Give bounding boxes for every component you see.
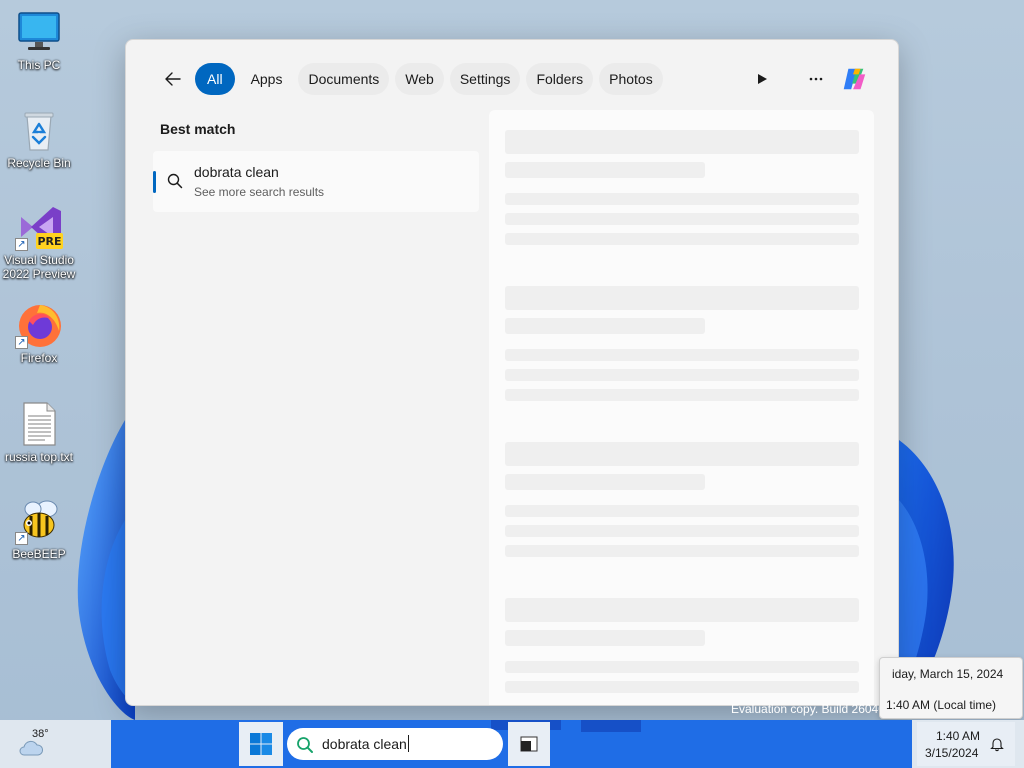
clock-date-tooltip: iday, March 15, 2024 1:40 AM (Local time… xyxy=(879,657,1023,719)
bee-icon: ↗ xyxy=(15,497,63,545)
loading-skeleton-bar xyxy=(505,505,859,517)
clock-time: 1:40 AM xyxy=(936,729,981,743)
text-file-icon xyxy=(15,400,63,448)
shortcut-arrow-icon: ↗ xyxy=(15,532,28,545)
tab-apps[interactable]: Apps xyxy=(241,63,293,95)
loading-skeleton-bar xyxy=(505,318,705,334)
desktop-icon-label: Recycle Bin xyxy=(7,156,71,170)
evaluation-watermark: Evaluation copy. Build 26040 xyxy=(731,702,885,716)
shortcut-arrow-icon: ↗ xyxy=(15,238,28,251)
taskbar-app-button[interactable] xyxy=(508,722,550,766)
loading-skeleton-bar xyxy=(505,545,859,557)
search-input[interactable]: dobrata clean xyxy=(322,735,409,752)
desktop-icon-label: This PC xyxy=(17,58,61,72)
weather-widget[interactable]: 38° xyxy=(18,728,66,760)
loading-skeleton-bar xyxy=(505,442,859,466)
desktop-icon-label: BeeBEEP xyxy=(12,547,66,561)
search-icon xyxy=(296,736,314,759)
desktop-icon-recycle-bin[interactable]: Recycle Bin xyxy=(0,106,78,170)
taskbar-search-box[interactable]: dobrata clean xyxy=(287,728,503,760)
loading-skeleton-bar xyxy=(505,661,859,673)
more-options-button[interactable] xyxy=(802,65,830,93)
best-match-result[interactable]: dobrata clean See more search results xyxy=(153,151,479,212)
desktop-icon-label: Visual Studio 2022 Preview xyxy=(2,253,76,281)
taskbar: 38° dobrata clean 1:40 AM 3/15/2024 xyxy=(0,720,1024,768)
loading-skeleton-bar xyxy=(505,233,859,245)
search-flyout: All Apps Documents Web Settings Folders … xyxy=(125,39,899,706)
loading-skeleton-bar xyxy=(505,681,859,693)
back-button[interactable] xyxy=(160,66,186,92)
shortcut-arrow-icon: ↗ xyxy=(15,336,28,349)
search-filter-tabs: All Apps Documents Web Settings Folders … xyxy=(195,63,663,95)
windows-logo-icon xyxy=(250,733,272,755)
loading-skeleton-bar xyxy=(505,286,859,310)
cloud-icon xyxy=(19,740,44,756)
band-shade xyxy=(581,720,641,732)
copilot-button[interactable] xyxy=(840,65,868,93)
search-icon xyxy=(167,173,183,194)
tab-web[interactable]: Web xyxy=(395,63,444,95)
system-clock[interactable]: 1:40 AM 3/15/2024 xyxy=(917,722,1015,766)
loading-skeleton-bar xyxy=(505,162,705,178)
loading-skeleton-bar xyxy=(505,349,859,361)
loading-skeleton-bar xyxy=(505,389,859,401)
svg-text:PRE: PRE xyxy=(37,235,61,248)
start-button[interactable] xyxy=(239,722,283,766)
text-caret xyxy=(407,735,409,752)
best-match-heading: Best match xyxy=(160,121,236,137)
loading-skeleton-bar xyxy=(505,130,859,154)
loading-skeleton-bar xyxy=(505,213,859,225)
recycle-bin-icon xyxy=(15,106,63,154)
desktop-icon-label: Firefox xyxy=(20,351,58,365)
tooltip-time: 1:40 AM (Local time) xyxy=(886,698,997,712)
desktop-icon-text-file[interactable]: russia top.txt xyxy=(0,400,78,464)
tab-all[interactable]: All xyxy=(195,63,235,95)
clock-date: 3/15/2024 xyxy=(925,746,979,760)
loading-skeleton-bar xyxy=(505,369,859,381)
tooltip-date: iday, March 15, 2024 xyxy=(892,667,1004,681)
loading-skeleton-bar xyxy=(505,193,859,205)
notification-bell-icon[interactable] xyxy=(989,736,1005,752)
visual-studio-icon: PRE ↗ xyxy=(15,203,63,251)
result-preview-pane xyxy=(489,110,874,705)
tab-documents[interactable]: Documents xyxy=(298,63,390,95)
selection-indicator xyxy=(153,171,156,193)
result-subtitle: See more search results xyxy=(194,185,325,199)
monitor-icon xyxy=(15,8,63,56)
play-button[interactable] xyxy=(748,65,776,93)
desktop-icon-visual-studio[interactable]: PRE ↗ Visual Studio 2022 Preview xyxy=(0,203,78,281)
weather-temperature: 38° xyxy=(32,728,49,740)
copilot-icon xyxy=(843,68,866,90)
loading-skeleton-bar xyxy=(505,474,705,490)
play-icon xyxy=(758,74,767,84)
desktop-icon-label: russia top.txt xyxy=(4,450,74,464)
result-title: dobrata clean xyxy=(194,164,279,180)
loading-skeleton-bar xyxy=(505,630,705,646)
firefox-icon: ↗ xyxy=(15,301,63,349)
more-icon xyxy=(809,77,823,81)
desktop-icon-firefox[interactable]: ↗ Firefox xyxy=(0,301,78,365)
search-input-value: dobrata clean xyxy=(322,736,407,752)
loading-skeleton-bar xyxy=(505,525,859,537)
back-arrow-icon xyxy=(165,72,181,86)
tab-settings[interactable]: Settings xyxy=(449,63,521,95)
desktop-icon-beebeep[interactable]: ↗ BeeBEEP xyxy=(0,497,78,561)
tab-folders[interactable]: Folders xyxy=(526,63,594,95)
desktop-icon-this-pc[interactable]: This PC xyxy=(0,8,78,72)
tab-photos[interactable]: Photos xyxy=(599,63,663,95)
loading-skeleton-bar xyxy=(505,598,859,622)
app-window-icon xyxy=(520,736,538,752)
